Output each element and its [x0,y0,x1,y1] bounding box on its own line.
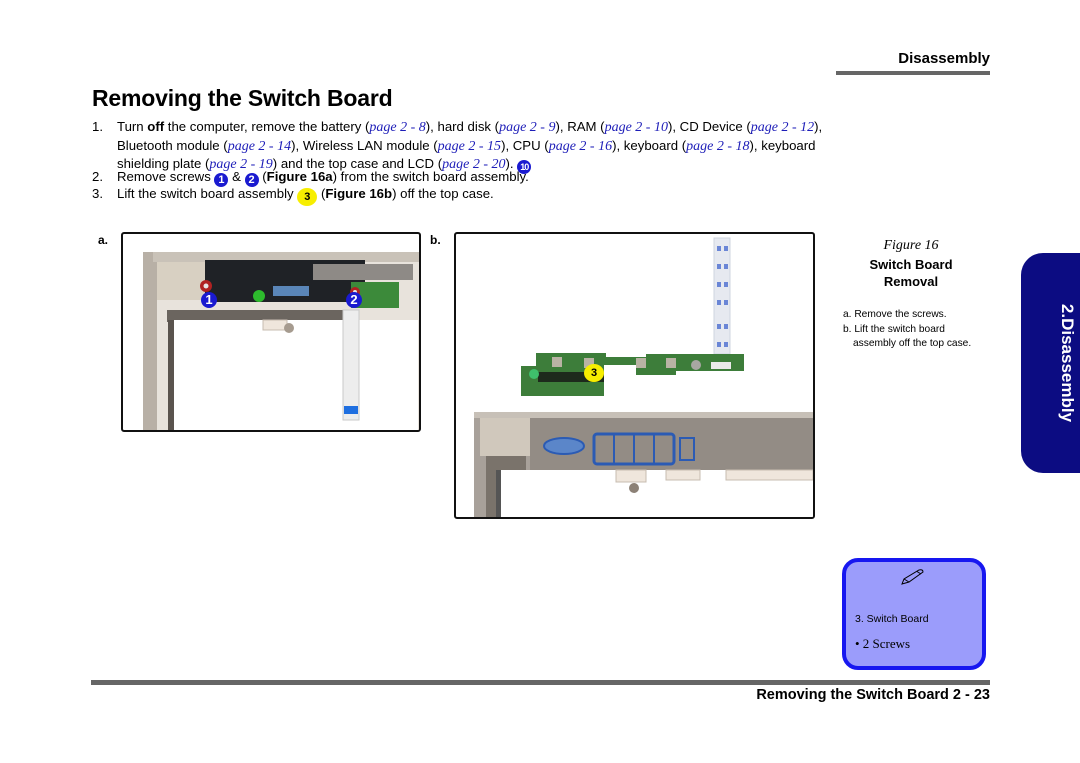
step-3: 3. Lift the switch board assembly 3 (Fig… [92,185,832,206]
figure-caption-notes: a. Remove the screws. b. Lift the switch… [843,308,988,352]
section-header: Disassembly [898,50,990,67]
step-text: ) off the top case. [392,186,494,201]
figure-caption-number: Figure 16 [883,238,939,253]
callout-badge-1: 1 [201,292,217,308]
step-text: Turn [117,119,148,134]
figure-b-label: b. [430,233,441,247]
figure-ref: Figure 16b [325,186,393,201]
chapter-side-tab[interactable]: 2.Disassembly [1021,253,1080,473]
note-item: 3. Switch Board [855,613,929,625]
figure-caption-title: Switch Board Removal [846,256,976,290]
step-text: ), Wireless LAN module ( [291,137,438,153]
step-text: ( [258,169,267,184]
figure-a-label: a. [98,233,109,247]
step-text: Lift the switch board assembly [117,186,298,201]
step-number: 2. [92,169,103,184]
caption-title-line: Removal [883,274,939,289]
caption-note: a. Remove the screws. [843,309,947,320]
step-text-bold: off [147,119,165,134]
step-text: the computer, remove the battery ( [164,119,370,134]
parts-note-box: 3. Switch Board • 2 Screws [842,558,986,670]
step-1: 1. Turn off the computer, remove the bat… [92,118,832,174]
page-ref-link[interactable]: page 2 - 16 [549,139,612,154]
footer-page-label: Removing the Switch Board 2 - 23 [756,687,990,703]
step-text: ), hard disk ( [425,119,500,134]
page-title: Removing the Switch Board [92,85,393,111]
page-ref-link[interactable]: page 2 - 10 [605,120,668,135]
callout-badge-3: 3 [584,364,604,382]
caption-note: b. Lift the switch board assembly off th… [843,323,972,350]
figure-b-photo: 3 [454,232,815,519]
step-text: Remove screws [117,169,215,184]
step-text: & [228,169,245,184]
callout-badge-3: 3 [297,188,318,206]
caption-title-line: Switch Board [869,257,953,272]
page-ref-link[interactable]: page 2 - 9 [499,120,555,135]
chapter-side-tab-label: 2.Disassembly [1058,303,1077,423]
step-text: ), RAM ( [555,119,605,134]
step-text: ), CPU ( [501,137,549,153]
step-text: ), CD Device ( [667,119,751,134]
step-text: ), keyboard ( [612,137,687,153]
step-number: 1. [92,119,103,134]
page-ref-link[interactable]: page 2 - 8 [369,120,425,135]
note-bullet: • 2 Screws [855,636,911,651]
switch-board-removed-illustration [474,237,813,517]
pencil-icon [901,569,924,585]
switch-board-installed-illustration [143,252,419,430]
step-number: 3. [92,186,103,201]
step-text: ) from the switch board assembly. [332,169,529,184]
page-ref-link[interactable]: page 2 - 12 [751,120,814,135]
figure-ref: Figure 16a [266,169,333,184]
page-ref-link[interactable]: page 2 - 18 [686,139,749,154]
figure-a-photo: 1 2 [121,232,421,432]
page-ref-link[interactable]: page 2 - 14 [228,139,291,154]
page-ref-link[interactable]: page 2 - 15 [438,139,501,154]
footer-rule [91,680,990,685]
callout-badge-2: 2 [346,292,362,308]
header-rule [836,71,990,75]
